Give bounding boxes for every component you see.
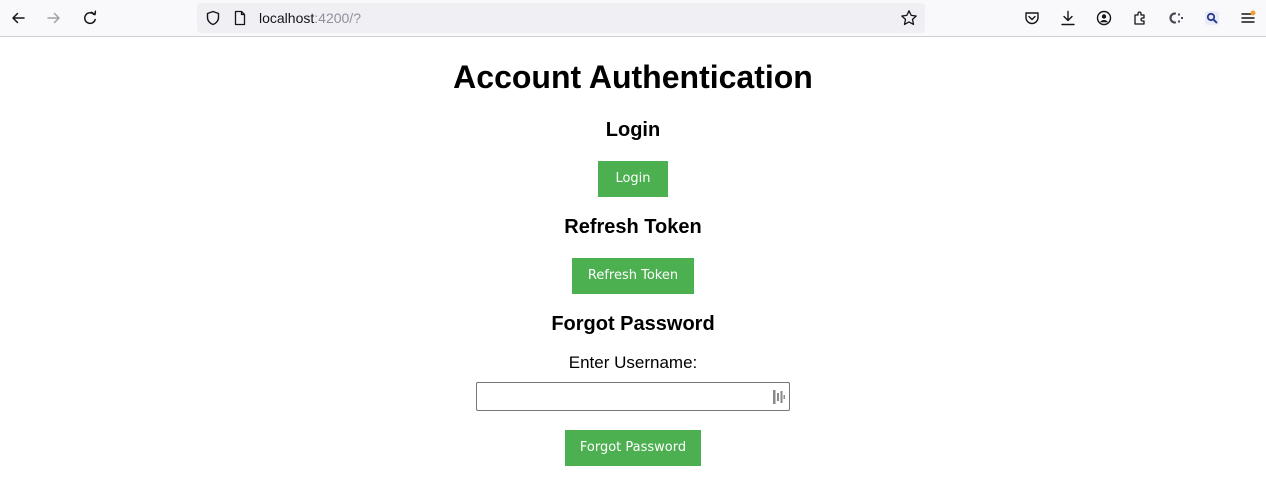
forgot-password-button[interactable]: Forgot Password bbox=[565, 430, 701, 466]
password-manager-icon[interactable] bbox=[773, 390, 785, 404]
url-text[interactable]: localhost:4200/? bbox=[259, 10, 361, 26]
url-bar[interactable]: localhost:4200/? bbox=[197, 3, 925, 33]
url-host: localhost bbox=[259, 10, 315, 26]
account-icon[interactable] bbox=[1092, 6, 1116, 30]
username-input[interactable] bbox=[477, 383, 767, 410]
username-label: Enter Username: bbox=[568, 353, 698, 372]
page-title: Account Authentication bbox=[453, 59, 813, 95]
forward-arrow-icon[interactable] bbox=[42, 6, 66, 30]
extension-search-icon[interactable] bbox=[1200, 6, 1224, 30]
extension-c-icon[interactable] bbox=[1164, 6, 1188, 30]
url-path: :4200/? bbox=[314, 10, 361, 26]
star-icon[interactable] bbox=[897, 6, 921, 30]
shield-icon[interactable] bbox=[201, 6, 225, 30]
hamburger-menu-icon[interactable] bbox=[1236, 6, 1260, 30]
forgot-password-heading: Forgot Password bbox=[551, 313, 715, 335]
download-icon[interactable] bbox=[1056, 6, 1080, 30]
back-arrow-icon[interactable] bbox=[6, 6, 30, 30]
puzzle-icon[interactable] bbox=[1128, 6, 1152, 30]
login-heading: Login bbox=[605, 119, 661, 141]
page-content: Account Authentication Login Login Refre… bbox=[0, 38, 1266, 478]
refresh-token-button[interactable]: Refresh Token bbox=[572, 258, 694, 294]
refresh-token-heading: Refresh Token bbox=[564, 216, 702, 238]
pocket-icon[interactable] bbox=[1020, 6, 1044, 30]
reload-icon[interactable] bbox=[78, 6, 102, 30]
username-field[interactable] bbox=[476, 382, 790, 411]
page-icon[interactable] bbox=[228, 6, 252, 30]
browser-toolbar: localhost:4200/? bbox=[0, 0, 1266, 37]
login-button[interactable]: Login bbox=[598, 161, 668, 197]
